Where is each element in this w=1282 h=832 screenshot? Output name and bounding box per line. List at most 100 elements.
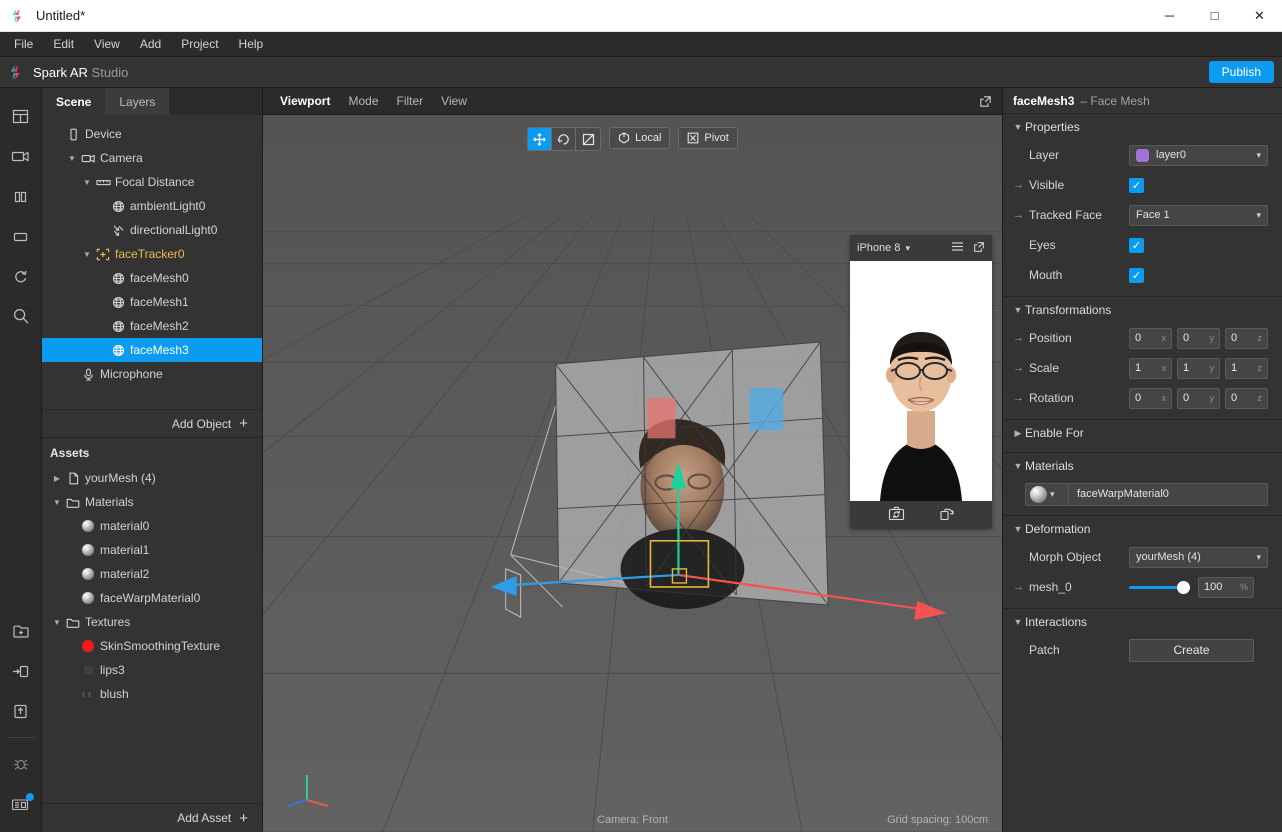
chevron-down-icon[interactable]: ▾ (905, 243, 910, 254)
simulator-screen[interactable] (850, 261, 992, 501)
visible-checkbox[interactable]: ✓ (1129, 178, 1144, 193)
section-properties-title[interactable]: ▼ Properties (1003, 114, 1282, 140)
asset-item-facewarpmaterial0[interactable]: faceWarpMaterial0 (42, 586, 262, 610)
chevron-down-icon[interactable]: ▼ (50, 498, 64, 507)
viewport-menu-filter[interactable]: Filter (388, 91, 433, 111)
material-name[interactable]: faceWarpMaterial0 (1069, 483, 1268, 506)
slider-knob[interactable] (1177, 581, 1190, 594)
scene-tree-item-device[interactable]: Device (42, 122, 262, 146)
chevron-down-icon[interactable]: ▼ (80, 178, 94, 187)
layer-dropdown[interactable]: layer0 ▾ (1129, 145, 1268, 166)
scene-tree-item-facemesh3[interactable]: faceMesh3 (42, 338, 262, 362)
morph-object-dropdown[interactable]: yourMesh (4) ▾ (1129, 547, 1268, 568)
chevron-right-icon[interactable]: ▶ (50, 474, 64, 483)
section-interactions-title[interactable]: ▼ Interactions (1003, 609, 1282, 635)
close-button[interactable]: ✕ (1237, 0, 1282, 32)
add-asset-button[interactable]: Add Asset + (42, 803, 262, 832)
section-deformation-title[interactable]: ▼ Deformation (1003, 516, 1282, 542)
eyes-checkbox[interactable]: ✓ (1129, 238, 1144, 253)
mesh0-value-input[interactable]: 100 % (1198, 577, 1254, 598)
scene-tree-item-directionallight0[interactable]: directionalLight0 (42, 218, 262, 242)
menu-item-help[interactable]: Help (229, 34, 274, 54)
rotation-z-input[interactable]: 0 z (1225, 388, 1268, 409)
scene-tree-item-microphone[interactable]: Microphone (42, 362, 262, 386)
patch-arrow-icon[interactable]: → (1013, 179, 1029, 191)
simulator-device-name[interactable]: iPhone 8 (857, 242, 900, 254)
bug-icon[interactable] (1, 744, 41, 784)
asset-item-material1[interactable]: material1 (42, 538, 262, 562)
scale-x-input[interactable]: 1 x (1129, 358, 1172, 379)
scale-z-input[interactable]: 1 z (1225, 358, 1268, 379)
asset-item-skinsmoothingtexture[interactable]: SkinSmoothingTexture (42, 634, 262, 658)
patch-arrow-icon[interactable]: → (1013, 209, 1029, 221)
asset-item-material2[interactable]: material2 (42, 562, 262, 586)
rectangle-icon[interactable] (1, 216, 41, 256)
create-patch-button[interactable]: Create (1129, 639, 1254, 662)
menu-item-view[interactable]: View (84, 34, 130, 54)
add-folder-icon[interactable] (1, 611, 41, 651)
publish-button[interactable]: Publish (1209, 61, 1274, 83)
rotation-x-input[interactable]: 0 x (1129, 388, 1172, 409)
asset-item-textures[interactable]: ▼Textures (42, 610, 262, 634)
rotate-device-icon[interactable] (939, 506, 955, 524)
chevron-down-icon[interactable]: ▼ (80, 250, 94, 259)
layout-icon[interactable] (1, 96, 41, 136)
upload-icon[interactable] (1, 691, 41, 731)
refresh-icon[interactable] (1, 256, 41, 296)
scene-tree-item-ambientlight0[interactable]: ambientLight0 (42, 194, 262, 218)
pivot-button[interactable]: Pivot (678, 127, 737, 149)
menu-item-project[interactable]: Project (171, 34, 228, 54)
asset-item-material0[interactable]: material0 (42, 514, 262, 538)
scene-tree-item-camera[interactable]: ▼Camera (42, 146, 262, 170)
asset-item-lips3[interactable]: lips3 (42, 658, 262, 682)
scale-y-input[interactable]: 1 y (1177, 358, 1220, 379)
rotate-tool-button[interactable] (552, 128, 576, 150)
import-icon[interactable] (1, 651, 41, 691)
viewport-canvas[interactable]: Local Pivot iPhone 8 ▾ (263, 115, 1002, 832)
menu-item-edit[interactable]: Edit (43, 34, 84, 54)
menu-item-file[interactable]: File (4, 34, 43, 54)
camera-icon[interactable] (1, 136, 41, 176)
pause-icon[interactable] (1, 176, 41, 216)
asset-item-materials[interactable]: ▼Materials (42, 490, 262, 514)
mouth-checkbox[interactable]: ✓ (1129, 268, 1144, 283)
position-x-input[interactable]: 0 x (1129, 328, 1172, 349)
asset-item-yourmesh-4[interactable]: ▶yourMesh (4) (42, 466, 262, 490)
asset-item-blush[interactable]: blush (42, 682, 262, 706)
scene-tree-item-facemesh2[interactable]: faceMesh2 (42, 314, 262, 338)
patch-arrow-icon[interactable]: → (1013, 392, 1029, 404)
patch-arrow-icon[interactable]: → (1013, 581, 1029, 593)
scale-tool-button[interactable] (576, 128, 600, 150)
scene-tree-item-facemesh0[interactable]: faceMesh0 (42, 266, 262, 290)
scene-tree-item-focal-distance[interactable]: ▼Focal Distance (42, 170, 262, 194)
scene-tree-item-facetracker0[interactable]: ▼faceTracker0 (42, 242, 262, 266)
patch-arrow-icon[interactable]: → (1013, 362, 1029, 374)
viewport-menu-view[interactable]: View (432, 91, 476, 111)
rotation-y-input[interactable]: 0 y (1177, 388, 1220, 409)
menu-item-add[interactable]: Add (130, 34, 171, 54)
section-materials-title[interactable]: ▼ Materials (1003, 453, 1282, 479)
position-y-input[interactable]: 0 y (1177, 328, 1220, 349)
viewport-menu-viewport[interactable]: Viewport (271, 91, 339, 111)
scene-tree-item-facemesh1[interactable]: faceMesh1 (42, 290, 262, 314)
chevron-down-icon[interactable]: ▼ (50, 618, 64, 627)
switch-camera-icon[interactable] (888, 506, 905, 524)
move-tool-button[interactable] (528, 128, 552, 150)
viewport-menu-mode[interactable]: Mode (339, 91, 387, 111)
local-space-button[interactable]: Local (609, 127, 670, 149)
tab-scene[interactable]: Scene (42, 88, 105, 115)
news-icon[interactable] (1, 784, 41, 824)
chevron-down-icon[interactable]: ▼ (65, 154, 79, 163)
hamburger-icon[interactable] (951, 241, 964, 256)
section-enable-for-title[interactable]: ▶ Enable For (1003, 420, 1282, 446)
tracked-face-dropdown[interactable]: Face 1 ▾ (1129, 205, 1268, 226)
minimize-button[interactable]: ─ (1147, 0, 1192, 32)
section-transformations-title[interactable]: ▼ Transformations (1003, 297, 1282, 323)
position-z-input[interactable]: 0 z (1225, 328, 1268, 349)
tab-layers[interactable]: Layers (105, 88, 169, 115)
external-link-icon[interactable] (979, 95, 992, 108)
external-link-icon[interactable] (973, 241, 985, 256)
maximize-button[interactable]: □ (1192, 0, 1237, 32)
material-thumbnail-dropdown[interactable]: ▾ (1025, 483, 1069, 506)
search-icon[interactable] (1, 296, 41, 336)
